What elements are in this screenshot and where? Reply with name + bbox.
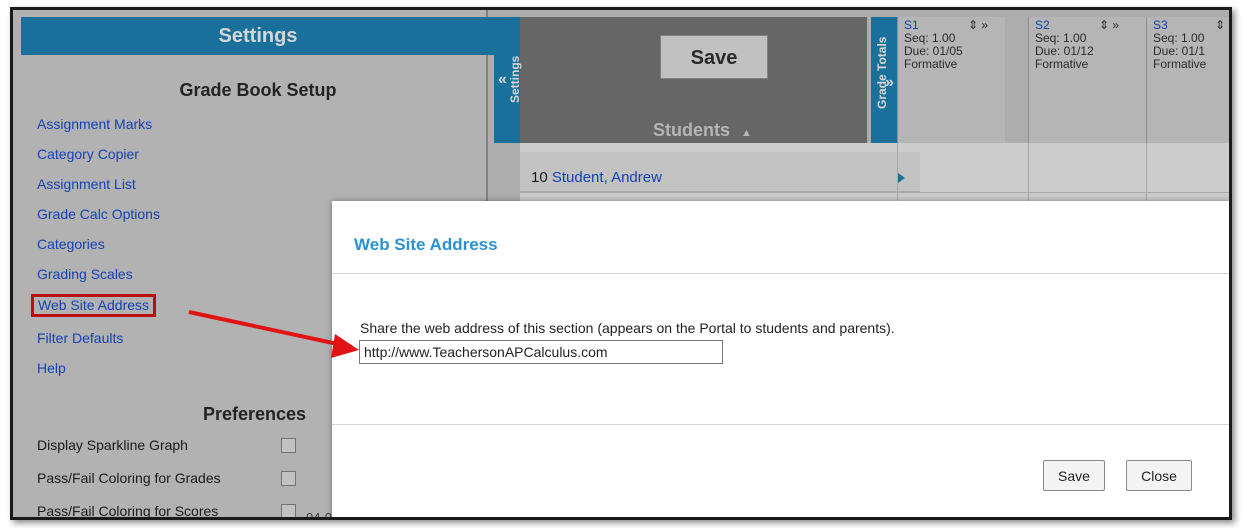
dialog-title: Web Site Address [354,235,498,254]
dialog-close-button[interactable]: Close [1126,460,1192,491]
dialog-divider [332,424,1229,425]
dialog-divider [332,273,1229,274]
screenshot-frame: Settings Grade Book Setup Assignment Mar… [10,7,1232,520]
web-address-input[interactable] [359,340,723,364]
dialog-save-button[interactable]: Save [1043,460,1105,491]
dialog-description: Share the web address of this section (a… [360,320,895,336]
web-site-address-dialog: Web Site Address Share the web address o… [332,201,1229,517]
